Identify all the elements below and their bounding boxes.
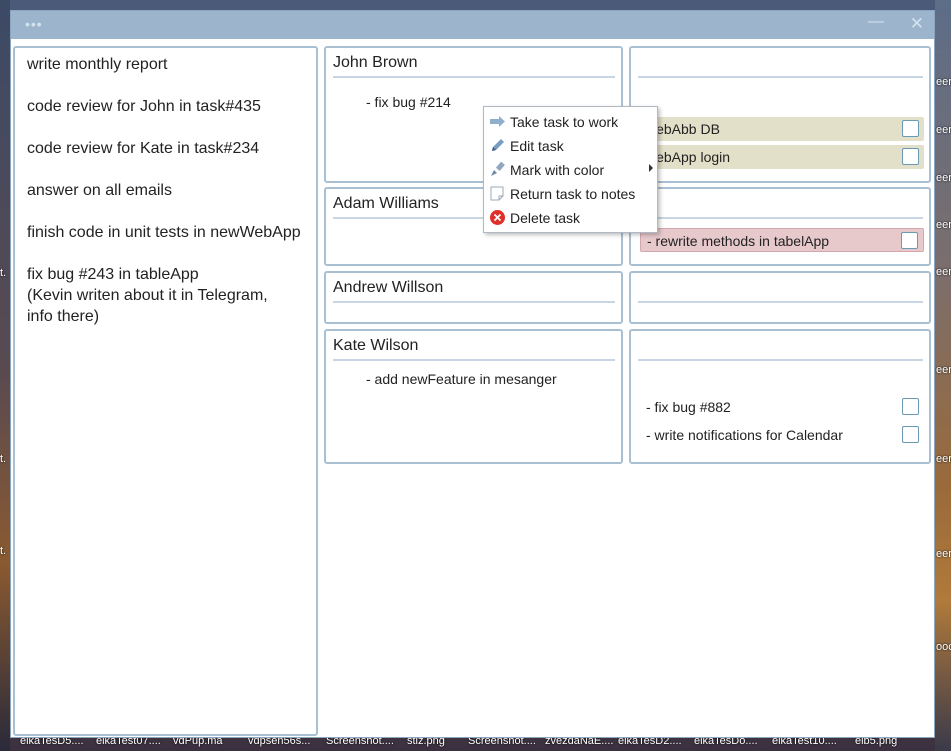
person-card[interactable]: Andrew Willson bbox=[324, 271, 623, 324]
person-name: John Brown bbox=[333, 54, 418, 71]
note-line: code review for John in task#435 bbox=[27, 98, 261, 115]
work-task[interactable]: webAbb DB bbox=[640, 117, 924, 141]
desktop-icon-label[interactable]: eer bbox=[936, 219, 951, 231]
note-item[interactable]: finish code in unit tests in newWebApp bbox=[27, 222, 301, 243]
note-line: answer on all emails bbox=[27, 182, 172, 199]
title-bar[interactable]: ••• — ✕ bbox=[11, 11, 934, 39]
person-name: Andrew Willson bbox=[333, 279, 444, 296]
submenu-arrow-icon bbox=[649, 164, 653, 172]
note-item[interactable]: fix bug #243 in tableApp (Kevin writen a… bbox=[27, 264, 268, 327]
person-name: Adam Williams bbox=[333, 195, 439, 212]
pencil-icon bbox=[492, 139, 504, 151]
divider bbox=[333, 301, 615, 303]
person-task[interactable]: - add newFeature in mesanger bbox=[366, 371, 557, 387]
note-item[interactable]: answer on all emails bbox=[27, 180, 172, 201]
context-menu: Take task to work Edit task Mark with co… bbox=[483, 106, 658, 233]
desktop-icon-label[interactable]: eer bbox=[936, 548, 951, 560]
note-item[interactable]: code review for John in task#435 bbox=[27, 96, 261, 117]
divider bbox=[638, 359, 923, 361]
task-checkbox[interactable] bbox=[902, 398, 919, 415]
desktop-icon-label[interactable]: eer bbox=[936, 364, 951, 376]
divider bbox=[333, 76, 615, 78]
desktop-icon-label[interactable]: ooc bbox=[936, 641, 951, 653]
work-task-label: - fix bug #882 bbox=[646, 399, 731, 415]
menu-item-take-task-to-work[interactable]: Take task to work bbox=[485, 110, 656, 134]
notes-panel[interactable]: write monthly report code review for Joh… bbox=[13, 46, 318, 736]
paint-brush-icon bbox=[491, 161, 505, 176]
desktop-icon-label[interactable]: t. bbox=[0, 453, 6, 465]
note-line: fix bug #243 in tableApp bbox=[27, 266, 199, 283]
menu-item-mark-with-color[interactable]: Mark with color bbox=[485, 158, 656, 182]
note-line: finish code in unit tests in newWebApp bbox=[27, 224, 301, 241]
desktop-icon-label[interactable]: eer bbox=[936, 453, 951, 465]
minimize-icon[interactable]: — bbox=[868, 13, 884, 31]
work-column[interactable]: webAbb DB webApp login bbox=[629, 46, 931, 183]
work-task[interactable]: - rewrite methods in tabelApp bbox=[640, 228, 924, 252]
divider bbox=[333, 359, 615, 361]
menu-item-label: Edit task bbox=[510, 138, 564, 154]
task-checkbox[interactable] bbox=[901, 232, 918, 249]
desktop-icon-label[interactable]: eer bbox=[936, 124, 951, 136]
work-task-label: webApp login bbox=[646, 149, 731, 165]
divider bbox=[638, 217, 923, 219]
arrow-right-icon bbox=[490, 116, 505, 127]
menu-item-label: Delete task bbox=[510, 210, 581, 226]
person-card[interactable]: Kate Wilson - add newFeature in mesanger bbox=[324, 329, 623, 464]
desktop-icon-label[interactable]: t. bbox=[0, 267, 6, 279]
person-name: Kate Wilson bbox=[333, 337, 419, 354]
close-icon[interactable]: ✕ bbox=[910, 14, 924, 34]
menu-item-return-task-to-notes[interactable]: Return task to notes bbox=[485, 182, 656, 206]
divider bbox=[638, 301, 923, 303]
work-column[interactable]: - rewrite methods in tabelApp bbox=[629, 187, 931, 266]
desktop-icon-label[interactable]: eer bbox=[936, 266, 951, 278]
note-item[interactable]: write monthly report bbox=[27, 54, 168, 75]
note-line: code review for Kate in task#234 bbox=[27, 140, 260, 157]
delete-icon bbox=[490, 210, 505, 225]
note-line: info there) bbox=[27, 308, 100, 325]
work-task-label: - rewrite methods in tabelApp bbox=[647, 233, 830, 249]
note-item[interactable]: code review for Kate in task#234 bbox=[27, 138, 259, 159]
app-window: ••• — ✕ write monthly report code review… bbox=[10, 10, 935, 738]
menu-item-delete-task[interactable]: Delete task bbox=[485, 206, 656, 230]
note-line: (Kevin writen about it in Telegram, bbox=[27, 287, 268, 304]
task-checkbox[interactable] bbox=[902, 426, 919, 443]
desktop-icon-label[interactable]: eer bbox=[936, 172, 951, 184]
person-task[interactable]: - fix bug #214 bbox=[366, 94, 451, 110]
work-column[interactable]: - fix bug #882 - write notifications for… bbox=[629, 329, 931, 464]
task-checkbox[interactable] bbox=[902, 148, 919, 165]
work-task[interactable]: webApp login bbox=[640, 145, 924, 169]
note-line: write monthly report bbox=[27, 56, 168, 73]
work-task[interactable]: - write notifications for Calendar bbox=[640, 423, 924, 447]
task-checkbox[interactable] bbox=[902, 120, 919, 137]
menu-item-label: Mark with color bbox=[510, 162, 605, 178]
desktop-icon-label[interactable]: t. bbox=[0, 545, 6, 557]
desktop-icon-label[interactable]: eer bbox=[936, 76, 951, 88]
menu-item-edit-task[interactable]: Edit task bbox=[485, 134, 656, 158]
divider bbox=[638, 76, 923, 78]
window-menu-icon[interactable]: ••• bbox=[25, 16, 43, 32]
menu-item-label: Take task to work bbox=[510, 114, 619, 130]
note-icon bbox=[490, 186, 504, 201]
work-task[interactable]: - fix bug #882 bbox=[640, 395, 924, 419]
work-task-label: - write notifications for Calendar bbox=[646, 427, 843, 443]
desktop-background-left bbox=[0, 0, 10, 751]
work-column[interactable] bbox=[629, 271, 931, 324]
menu-item-label: Return task to notes bbox=[510, 186, 636, 202]
